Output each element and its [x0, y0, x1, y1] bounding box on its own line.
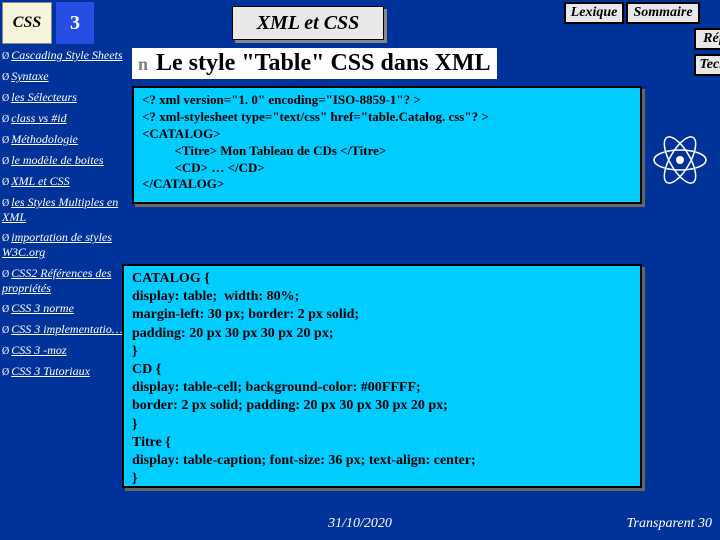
sidebar-item-xmlcss[interactable]: ØXML et CSS [2, 174, 130, 189]
sidebar-item-multiples[interactable]: Øles Styles Multiples en XML [2, 195, 130, 224]
atom-icon [650, 130, 710, 190]
refs-button[interactable]: Réfs [694, 28, 720, 50]
sidebar-item-classid[interactable]: Øclass vs #id [2, 111, 130, 126]
sommaire-button[interactable]: Sommaire [626, 2, 700, 24]
sidebar-item-css3moz[interactable]: ØCSS 3 -moz [2, 343, 130, 358]
lexique-button[interactable]: Lexique [564, 2, 624, 24]
sidebar-item-css2ref[interactable]: ØCSS2 Références des propriétés [2, 266, 130, 295]
sidebar-nav: ØCascading Style Sheets ØSyntaxe Øles Sé… [2, 48, 130, 385]
css-logo: CSS [2, 2, 52, 44]
page-title: XML et CSS [232, 6, 384, 40]
sidebar-item-selecteurs[interactable]: Øles Sélecteurs [2, 90, 130, 105]
sidebar-item-css3impl[interactable]: ØCSS 3 implementatio… [2, 322, 130, 337]
sidebar-item-cascading[interactable]: ØCascading Style Sheets [2, 48, 130, 63]
footer-date: 31/10/2020 [0, 516, 720, 532]
bullet-icon: n [138, 54, 148, 74]
sidebar-item-css3tut[interactable]: ØCSS 3 Tutoriaux [2, 364, 130, 379]
css3-badge: 3 [56, 2, 94, 44]
xml-code-block: <? xml version="1. 0" encoding="ISO-8859… [132, 86, 642, 204]
footer-page: Transparent 30 [627, 516, 712, 532]
sidebar-item-import[interactable]: Øimportation de styles W3C.org [2, 230, 130, 259]
sidebar-item-methodologie[interactable]: ØMéthodologie [2, 132, 130, 147]
slide-heading: nLe style "Table" CSS dans XML [132, 48, 497, 79]
sidebar-item-syntaxe[interactable]: ØSyntaxe [2, 69, 130, 84]
sidebar-item-modele[interactable]: Øle modèle de boites [2, 153, 130, 168]
sidebar-item-css3norme[interactable]: ØCSS 3 norme [2, 301, 130, 316]
techs-button[interactable]: Techs [694, 54, 720, 76]
css-code-block: CATALOG { display: table; width: 80%; ma… [122, 264, 642, 488]
